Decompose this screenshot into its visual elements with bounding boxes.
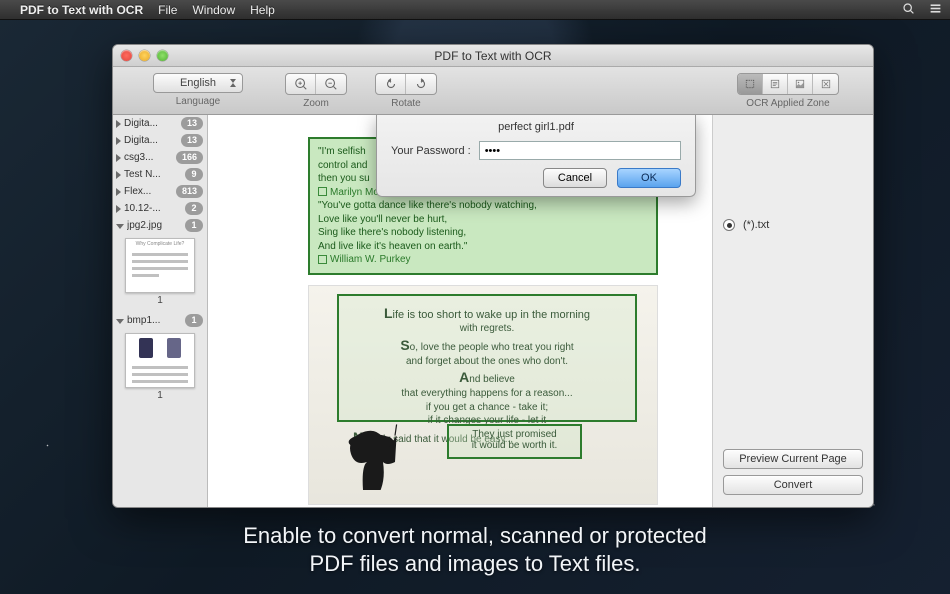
document-image: Life is too short to wake up in the morn… [308, 285, 658, 505]
page-thumbnail[interactable]: Why Complicate Life? [125, 238, 195, 293]
checkbox-icon [318, 255, 327, 264]
sidebar-item[interactable]: Test N...9 [113, 166, 207, 183]
disclosure-right-icon[interactable] [116, 120, 121, 128]
output-format-option[interactable]: (*).txt [723, 219, 863, 231]
language-select[interactable]: English [153, 73, 243, 93]
sidebar-item[interactable]: Digita...13 [113, 115, 207, 132]
rotate-control[interactable] [375, 73, 437, 95]
convert-button[interactable]: Convert [723, 475, 863, 495]
page-count-badge: 1 [185, 219, 203, 232]
preview-button[interactable]: Preview Current Page [723, 449, 863, 469]
ocr-zone-text-icon[interactable] [763, 74, 788, 94]
password-dialog: perfect girl1.pdf Your Password : Cancel… [376, 115, 696, 197]
disclosure-right-icon[interactable] [116, 205, 121, 213]
marketing-tagline: Enable to convert normal, scanned or pro… [0, 522, 950, 577]
zoom-control[interactable] [285, 73, 347, 95]
rotate-label: Rotate [391, 98, 420, 109]
dialog-title: perfect girl1.pdf [377, 115, 695, 138]
language-group: English Language [153, 73, 243, 107]
sidebar-item[interactable]: jpg2.jpg1 [113, 217, 207, 234]
app-window: PDF to Text with OCR English Language Zo… [112, 44, 874, 508]
sidebar-item[interactable]: csg3...166 [113, 149, 207, 166]
silhouette-icon [339, 418, 419, 498]
ocr-zone-delete-icon[interactable] [813, 74, 838, 94]
zoom-out-icon[interactable] [316, 74, 346, 94]
menu-help[interactable]: Help [250, 3, 275, 17]
ocr-text-block[interactable]: They just promised it would be worth it. [447, 424, 582, 459]
document-canvas[interactable]: "I'm selfish control and then you su Mar… [208, 115, 713, 507]
password-label: Your Password : [391, 145, 471, 157]
page-count-badge: 1 [185, 314, 203, 327]
ocr-zone-image-icon[interactable] [788, 74, 813, 94]
zoom-group: Zoom [285, 73, 347, 109]
system-menubar: PDF to Text with OCR File Window Help [0, 0, 950, 20]
ok-button[interactable]: OK [617, 168, 681, 188]
page-count-badge: 13 [181, 134, 203, 147]
zoom-label: Zoom [303, 98, 329, 109]
page-thumbnail[interactable] [125, 333, 195, 388]
ocr-zone-label: OCR Applied Zone [746, 98, 829, 109]
file-sidebar[interactable]: Digita...13 Digita...13 csg3...166 Test … [113, 115, 208, 507]
app-menu[interactable]: PDF to Text with OCR [20, 3, 143, 17]
ocr-zone-select-icon[interactable] [738, 74, 763, 94]
toolbar: English Language Zoom Rotate [113, 67, 873, 115]
disclosure-right-icon[interactable] [116, 137, 121, 145]
sidebar-item[interactable]: bmp1...1 [113, 312, 207, 329]
zoom-in-icon[interactable] [286, 74, 316, 94]
spotlight-icon[interactable] [902, 2, 915, 18]
sidebar-item[interactable]: Digita...13 [113, 132, 207, 149]
output-panel: (*).txt Preview Current Page Convert [713, 115, 873, 507]
disclosure-right-icon[interactable] [116, 171, 121, 179]
disclosure-right-icon[interactable] [116, 154, 121, 162]
radio-icon[interactable] [723, 219, 735, 231]
disclosure-right-icon[interactable] [116, 188, 121, 196]
ocr-zone-control[interactable] [737, 73, 839, 95]
page-count-badge: 9 [185, 168, 203, 181]
rotate-right-icon[interactable] [406, 74, 436, 94]
notification-center-icon[interactable] [929, 2, 942, 18]
ocr-zone-group: OCR Applied Zone [737, 73, 839, 109]
window-title: PDF to Text with OCR [113, 49, 873, 63]
disclosure-down-icon[interactable] [116, 224, 124, 229]
language-label: Language [176, 96, 221, 107]
titlebar[interactable]: PDF to Text with OCR [113, 45, 873, 67]
page-count-badge: 813 [176, 185, 203, 198]
page-number: 1 [113, 295, 207, 306]
disclosure-down-icon[interactable] [116, 319, 124, 324]
rotate-left-icon[interactable] [376, 74, 406, 94]
page-count-badge: 2 [185, 202, 203, 215]
page-count-badge: 166 [176, 151, 203, 164]
cancel-button[interactable]: Cancel [543, 168, 607, 188]
sidebar-item[interactable]: 10.12-...2 [113, 200, 207, 217]
page-count-badge: 13 [181, 117, 203, 130]
checkbox-icon [318, 187, 327, 196]
output-format-label: (*).txt [743, 219, 769, 231]
sidebar-item[interactable]: Flex...813 [113, 183, 207, 200]
password-input[interactable] [479, 141, 681, 160]
menu-window[interactable]: Window [192, 3, 235, 17]
page-number: 1 [113, 390, 207, 401]
menu-file[interactable]: File [158, 3, 177, 17]
rotate-group: Rotate [375, 73, 437, 109]
ocr-text-block[interactable]: Life is too short to wake up in the morn… [337, 294, 637, 422]
